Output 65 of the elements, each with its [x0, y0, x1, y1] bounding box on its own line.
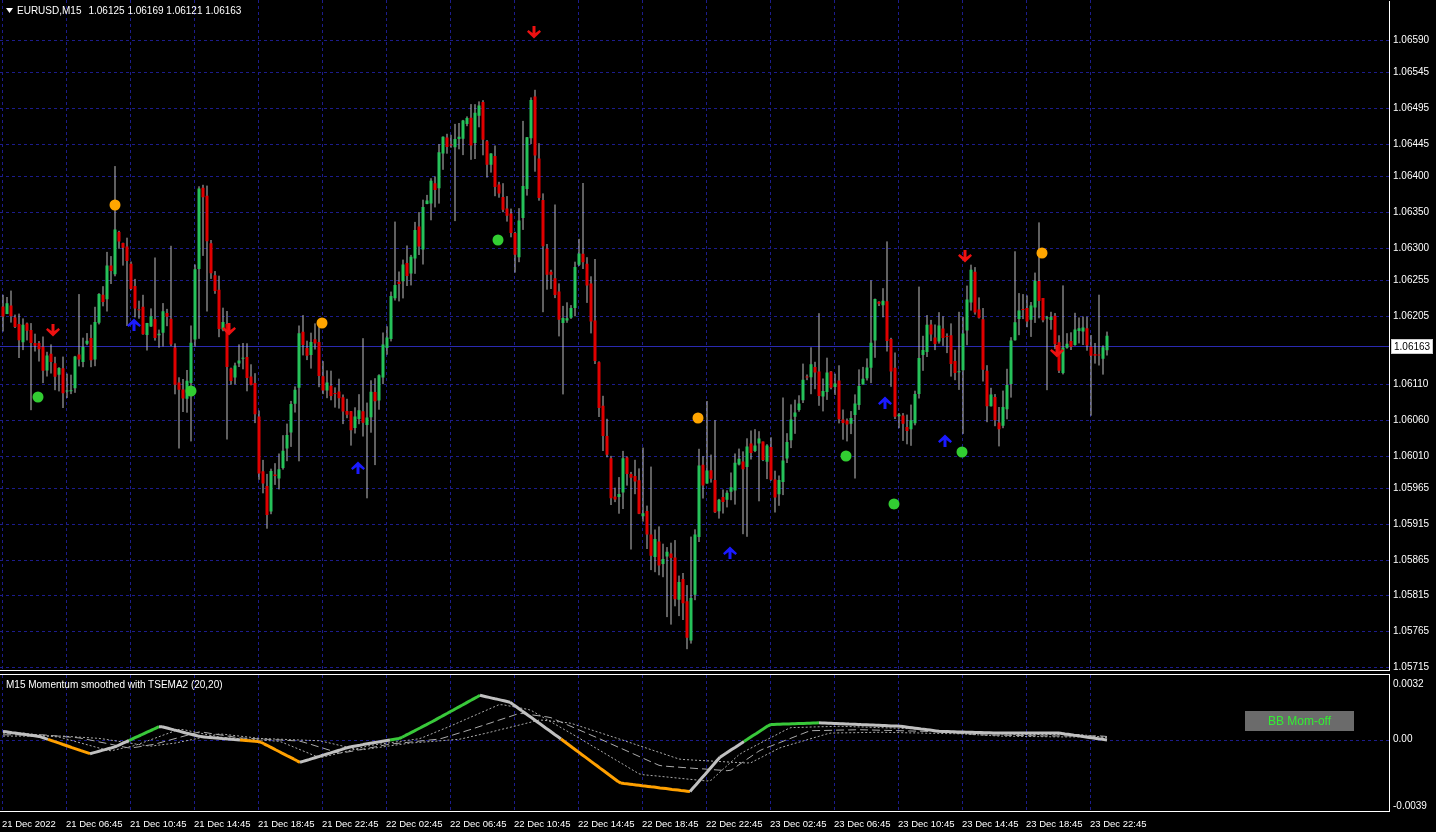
down-arrow-icon [958, 250, 972, 263]
time-axis-label: 23 Dec 02:45 [770, 817, 828, 829]
down-arrow-icon [46, 324, 60, 337]
time-axis-label: 22 Dec 14:45 [578, 817, 636, 829]
time-axis-label: 22 Dec 10:45 [514, 817, 572, 829]
time-axis-label: 23 Dec 10:45 [898, 817, 956, 829]
price-axis-label: 1.06590 [1393, 33, 1430, 47]
price-axis-label: 1.05765 [1393, 624, 1430, 639]
price-axis-label: 1.05815 [1393, 588, 1430, 603]
price-axis-label: 1.05915 [1393, 516, 1430, 531]
signal-dot [956, 446, 968, 458]
toggle-button[interactable]: BB Mom-off [1245, 711, 1354, 731]
price-axis-label: 1.06445 [1393, 136, 1430, 151]
dropdown-triangle-icon[interactable] [6, 8, 13, 13]
indicator-axis-label: 0.00 [1393, 732, 1413, 746]
indicator-axis-label: -0.0039 [1393, 799, 1427, 813]
price-axis-label: 1.06545 [1393, 65, 1430, 80]
price-axis-label: 1.06350 [1393, 204, 1430, 219]
up-arrow-icon [938, 434, 952, 447]
signal-dot [692, 412, 704, 424]
time-axis-label: 21 Dec 18:45 [258, 817, 316, 829]
time-axis-label: 21 Dec 10:45 [130, 817, 188, 829]
time-axis-label: 21 Dec 2022 [2, 817, 57, 829]
up-arrow-icon [351, 461, 365, 474]
time-axis-label: 22 Dec 02:45 [386, 817, 444, 829]
price-axis-label: 1.06495 [1393, 101, 1430, 116]
indicator-title: M15 Momentum smoothed with TSEMA2 (20,20) [6, 679, 223, 690]
current-price-label: 1.06163 [1391, 338, 1434, 354]
price-axis-label: 1.05865 [1393, 552, 1430, 567]
up-arrow-icon [127, 318, 141, 331]
price-axis-label: 1.06010 [1393, 448, 1430, 463]
time-axis-label: 21 Dec 14:45 [194, 817, 252, 829]
indicator-axis-label: 0.0032 [1393, 677, 1424, 691]
signal-dot [109, 199, 121, 211]
ohlc-values: 1.06125 1.06169 1.06121 1.06163 [88, 5, 242, 16]
down-arrow-icon [527, 26, 541, 39]
chart-symbol: EURUSD,M15 [17, 5, 82, 16]
price-axis-label: 1.06060 [1393, 412, 1430, 427]
down-arrow-icon [222, 323, 236, 336]
price-axis-label: 1.06255 [1393, 273, 1430, 288]
up-arrow-icon [878, 396, 892, 409]
signal-dot [492, 234, 504, 246]
time-axis-label: 21 Dec 22:45 [322, 817, 380, 829]
time-axis-label: 23 Dec 18:45 [1026, 817, 1084, 829]
price-axis-label: 1.05965 [1393, 480, 1430, 495]
time-axis-label: 23 Dec 14:45 [962, 817, 1020, 829]
signal-dot [316, 317, 328, 329]
price-axis-label: 1.06300 [1393, 240, 1430, 255]
price-axis-label: 1.06110 [1393, 376, 1429, 391]
price-axis-label: 1.06205 [1393, 308, 1430, 323]
time-axis-label: 22 Dec 22:45 [706, 817, 764, 829]
time-axis-label: 22 Dec 18:45 [642, 817, 700, 829]
signal-dot [840, 450, 852, 462]
signal-dot [32, 391, 44, 403]
time-axis-label: 22 Dec 06:45 [450, 817, 508, 829]
signal-dot [1036, 247, 1048, 259]
time-axis-label: 21 Dec 06:45 [66, 817, 124, 829]
time-axis-label: 23 Dec 22:45 [1090, 817, 1148, 829]
signal-dot [185, 385, 197, 397]
price-axis-label: 1.05715 [1393, 660, 1430, 674]
down-arrow-icon [1050, 345, 1064, 358]
signal-dot [888, 498, 900, 510]
time-axis-label: 23 Dec 06:45 [834, 817, 892, 829]
up-arrow-icon [723, 546, 737, 559]
price-axis-label: 1.06400 [1393, 169, 1430, 184]
